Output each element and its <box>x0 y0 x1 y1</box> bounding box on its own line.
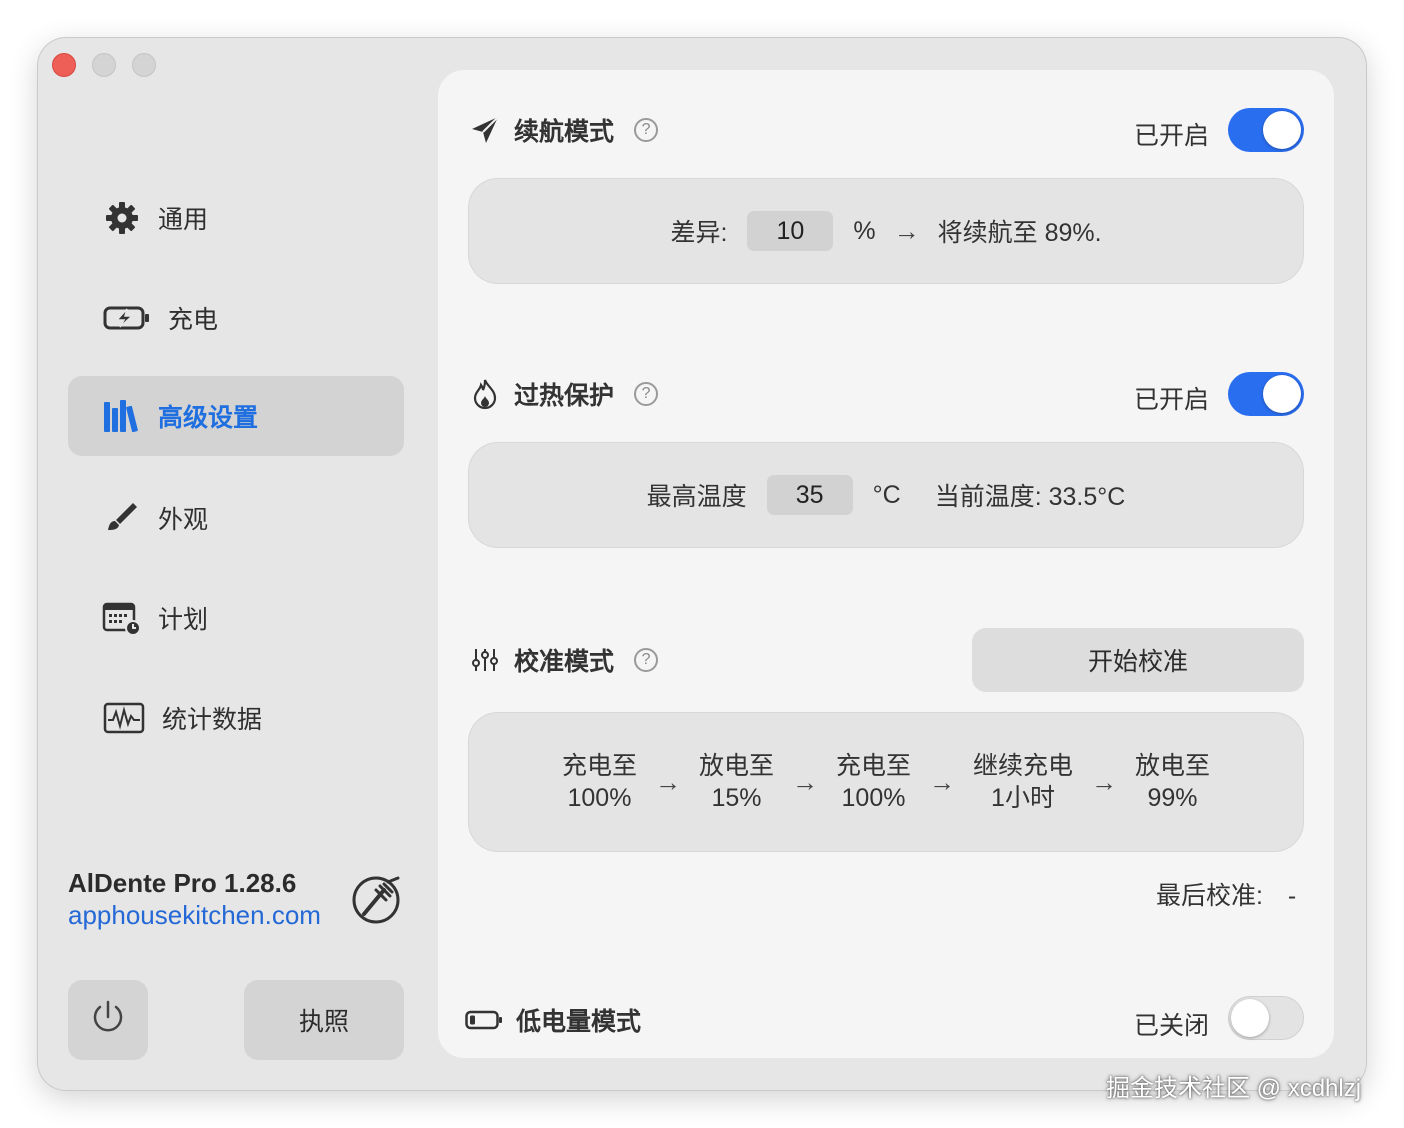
difference-label: 差异: <box>670 219 728 247</box>
power-button[interactable] <box>68 980 148 1060</box>
sidebar-item-label: 统计数据 <box>162 706 263 734</box>
sidebar-item-appearance[interactable]: 外观 <box>68 478 404 558</box>
battery-low-icon <box>464 1003 504 1037</box>
flame-icon <box>468 377 502 411</box>
paintbrush-icon <box>102 498 142 538</box>
sailing-settings-box: 差异: 10 % → 将续航至 89%. <box>468 178 1304 284</box>
paperplane-icon <box>468 113 502 147</box>
minimize-window-button[interactable] <box>92 53 116 77</box>
sidebar-item-schedule[interactable]: 计划 <box>68 578 404 658</box>
low-power-header: 低电量模式 <box>464 1002 641 1038</box>
calibration-step: 继续充电 1小时 <box>973 752 1074 812</box>
app-version: AlDente Pro 1.28.6 <box>68 868 297 898</box>
heat-settings-box: 最高温度 35 °C 当前温度: 33.5°C <box>468 442 1304 548</box>
calibration-steps-box: 充电至 100% → 放电至 15% → 充电至 100% → 继续充电 1小时 → 放… <box>468 712 1304 852</box>
max-temp-input[interactable]: 35 <box>766 475 853 515</box>
zoom-window-button[interactable] <box>132 53 156 77</box>
last-calibration: 最后校准: - <box>1156 876 1296 912</box>
heat-protection-title: 过热保护 <box>514 382 615 410</box>
calibration-step: 充电至 100% <box>835 752 911 812</box>
heat-help-icon[interactable]: ? <box>634 382 659 406</box>
sliders-icon <box>468 643 502 677</box>
low-power-title: 低电量模式 <box>516 1008 642 1036</box>
start-calibration-button[interactable]: 开始校准 <box>972 628 1304 692</box>
arrow-right-icon: → <box>791 766 818 797</box>
waveform-icon <box>102 698 146 738</box>
sidebar-item-label: 通用 <box>158 206 209 234</box>
sailing-help-icon[interactable]: ? <box>634 118 659 142</box>
current-temp-text: 当前温度: 33.5°C <box>934 483 1126 511</box>
calendar-clock-icon <box>102 598 142 638</box>
sidebar-item-label: 高级设置 <box>158 404 259 432</box>
low-power-toggle[interactable] <box>1228 996 1304 1040</box>
difference-input[interactable]: 10 <box>747 211 834 251</box>
gear-icon <box>102 198 142 238</box>
sidebar-item-advanced[interactable]: 高级设置 <box>68 376 404 456</box>
calibration-step: 充电至 100% <box>561 752 637 812</box>
sailing-status: 已开启 <box>1134 122 1210 150</box>
books-icon <box>102 396 142 436</box>
heat-toggle[interactable] <box>1228 372 1304 416</box>
battery-charging-icon <box>102 298 152 338</box>
sailing-result-text: 将续航至 89%. <box>937 219 1102 247</box>
arrow-right-icon: → <box>654 766 681 797</box>
sidebar-item-charging[interactable]: 充电 <box>68 278 404 358</box>
calibration-step: 放电至 99% <box>1135 752 1211 812</box>
last-calibration-value: - <box>1287 882 1297 910</box>
percent-unit: % <box>853 216 876 245</box>
arrow-right-icon: → <box>1091 766 1118 797</box>
power-icon <box>88 997 128 1044</box>
sidebar-item-statistics[interactable]: 统计数据 <box>68 678 404 758</box>
license-button[interactable]: 执照 <box>244 980 404 1060</box>
low-power-status: 已关闭 <box>1134 1012 1210 1040</box>
sidebar-item-general[interactable]: 通用 <box>68 178 404 258</box>
calibration-title: 校准模式 <box>514 648 615 676</box>
celsius-unit: °C <box>872 480 901 509</box>
website-link[interactable]: apphousekitchen.com <box>68 900 321 931</box>
max-temp-label: 最高温度 <box>646 483 747 511</box>
arrow-right-icon: → <box>893 215 920 246</box>
sailing-mode-title: 续航模式 <box>514 118 615 146</box>
watermark: 掘金技术社区 @ xcdhlzj <box>1106 1075 1362 1102</box>
calibration-step: 放电至 15% <box>698 752 774 812</box>
calibration-header: 校准模式 ? <box>468 642 659 678</box>
heat-protection-header: 过热保护 ? <box>468 376 659 412</box>
sailing-mode-header: 续航模式 ? <box>468 112 659 148</box>
aldente-logo-icon <box>350 874 402 926</box>
arrow-right-icon: → <box>929 766 955 797</box>
sidebar-item-label: 充电 <box>168 306 219 334</box>
close-window-button[interactable] <box>52 53 76 77</box>
sailing-toggle[interactable] <box>1228 108 1304 152</box>
sidebar-item-label: 外观 <box>158 506 209 534</box>
sidebar-item-label: 计划 <box>158 606 209 634</box>
calibration-help-icon[interactable]: ? <box>634 648 659 672</box>
heat-status: 已开启 <box>1134 386 1210 414</box>
last-calibration-label: 最后校准: <box>1156 882 1263 910</box>
